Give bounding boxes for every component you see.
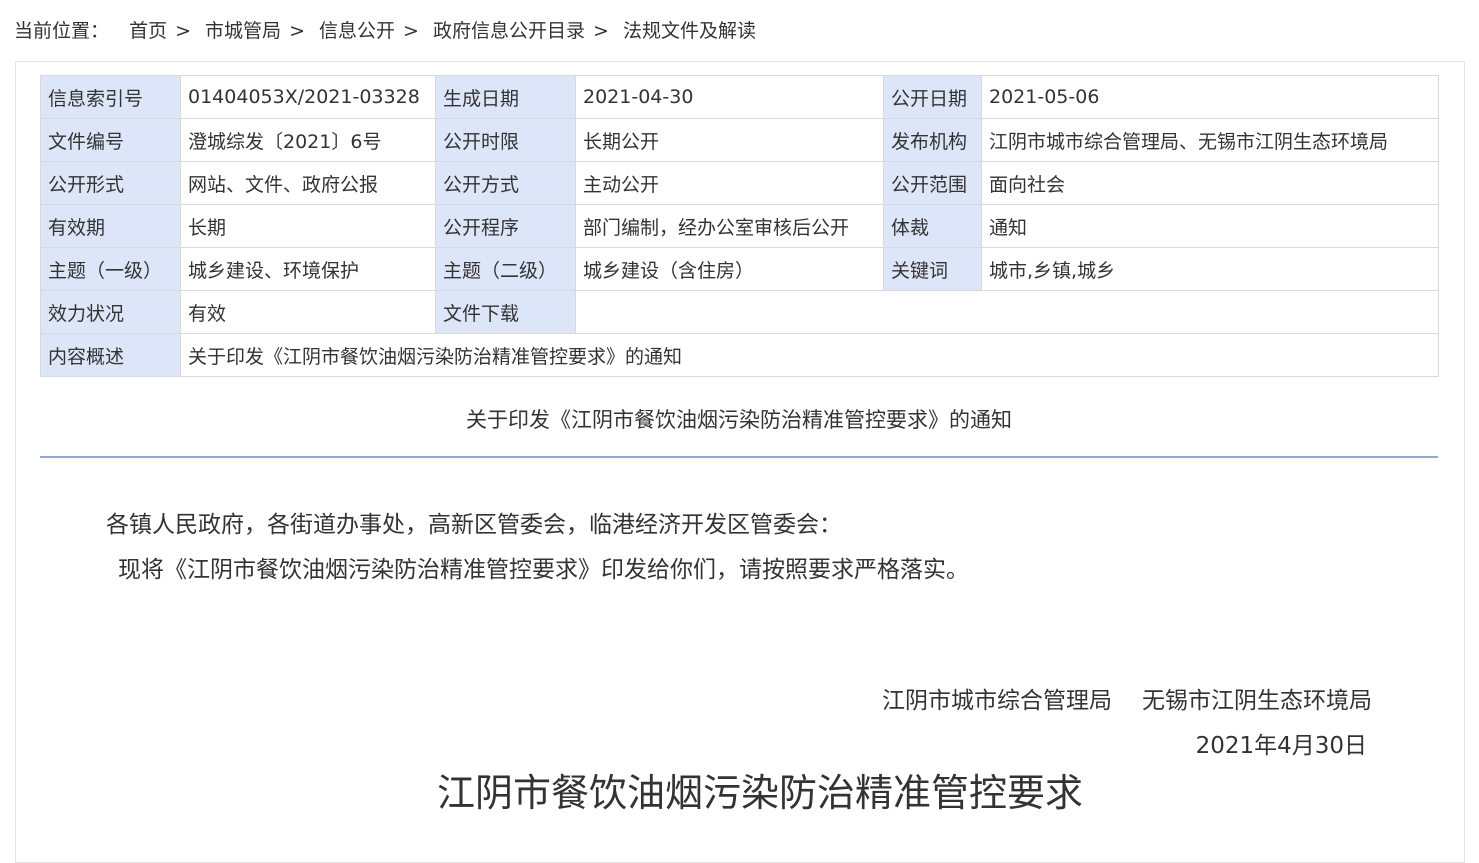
created-date-label: 生成日期 <box>435 75 576 119</box>
table-row: 文件编号 澄城综发〔2021〕6号 公开时限 长期公开 发布机构 江阴市城市综合… <box>40 118 1439 162</box>
attachment-title: 江阴市餐饮油烟污染防治精准管控要求 <box>436 771 1083 815</box>
method-label: 公开方式 <box>435 161 576 205</box>
index-no-label: 信息索引号 <box>40 75 181 119</box>
signer-city-management-bureau: 江阴市城市综合管理局 <box>882 688 1112 714</box>
title-divider <box>40 456 1438 458</box>
summary-value: 关于印发《江阴市餐饮油烟污染防治精准管控要求》的通知 <box>180 333 1439 377</box>
document-title: 关于印发《江阴市餐饮油烟污染防治精准管控要求》的通知 <box>466 408 1012 432</box>
breadcrumb-separator: > <box>175 20 191 42</box>
breadcrumb-home-link[interactable]: 首页 <box>129 20 167 42</box>
summary-label: 内容概述 <box>40 333 181 377</box>
metadata-table: 信息索引号 01404053X/2021-03328 生成日期 2021-04-… <box>40 75 1439 377</box>
table-row: 公开形式 网站、文件、政府公报 公开方式 主动公开 公开范围 面向社会 <box>40 161 1439 205</box>
breadcrumb-catalog-link[interactable]: 政府信息公开目录 <box>433 20 585 42</box>
scope-value: 面向社会 <box>981 161 1439 205</box>
download-value[interactable] <box>575 290 1439 334</box>
keywords-value: 城市,乡镇,城乡 <box>981 247 1439 291</box>
topic2-label: 主题（二级） <box>435 247 576 291</box>
topic2-value: 城乡建设（含住房） <box>575 247 884 291</box>
time-limit-value: 长期公开 <box>575 118 884 162</box>
table-row: 效力状况 有效 文件下载 <box>40 290 1439 334</box>
time-limit-label: 公开时限 <box>435 118 576 162</box>
breadcrumb-separator: > <box>403 20 419 42</box>
form-value: 网站、文件、政府公报 <box>180 161 436 205</box>
issuer-label: 发布机构 <box>883 118 982 162</box>
breadcrumb-label: 当前位置： <box>14 20 110 42</box>
table-row: 有效期 长期 公开程序 部门编制，经办公室审核后公开 体裁 通知 <box>40 204 1439 248</box>
genre-value: 通知 <box>981 204 1439 248</box>
scope-label: 公开范围 <box>883 161 982 205</box>
breadcrumb-regulations-link[interactable]: 法规文件及解读 <box>623 20 756 42</box>
published-date-label: 公开日期 <box>883 75 982 119</box>
form-label: 公开形式 <box>40 161 181 205</box>
published-date-value: 2021-05-06 <box>981 75 1439 119</box>
table-row: 信息索引号 01404053X/2021-03328 生成日期 2021-04-… <box>40 75 1439 119</box>
topic1-label: 主题（一级） <box>40 247 181 291</box>
breadcrumb-separator: > <box>289 20 305 42</box>
issuer-value: 江阴市城市综合管理局、无锡市江阴生态环境局 <box>981 118 1439 162</box>
breadcrumb-city-bureau-link[interactable]: 市城管局 <box>205 20 281 42</box>
validity-label: 有效期 <box>40 204 181 248</box>
breadcrumb: 当前位置： 首页 > 市城管局 > 信息公开 > 政府信息公开目录 > 法规文件及解读 <box>14 16 756 43</box>
doc-no-value: 澄城综发〔2021〕6号 <box>180 118 436 162</box>
breadcrumb-info-disclosure-link[interactable]: 信息公开 <box>319 20 395 42</box>
method-value: 主动公开 <box>575 161 884 205</box>
keywords-label: 关键词 <box>883 247 982 291</box>
validity-value: 长期 <box>180 204 436 248</box>
document-signers: 江阴市城市综合管理局 无锡市江阴生态环境局 <box>882 681 1372 715</box>
index-no-value: 01404053X/2021-03328 <box>180 75 436 119</box>
signer-environment-bureau: 无锡市江阴生态环境局 <box>1142 688 1372 714</box>
table-row: 内容概述 关于印发《江阴市餐饮油烟污染防治精准管控要求》的通知 <box>40 333 1439 377</box>
genre-label: 体裁 <box>883 204 982 248</box>
breadcrumb-separator: > <box>593 20 609 42</box>
status-value: 有效 <box>180 290 436 334</box>
doc-no-label: 文件编号 <box>40 118 181 162</box>
document-date: 2021年4月30日 <box>1195 733 1367 759</box>
procedure-label: 公开程序 <box>435 204 576 248</box>
table-row: 主题（一级） 城乡建设、环境保护 主题（二级） 城乡建设（含住房） 关键词 城市… <box>40 247 1439 291</box>
status-label: 效力状况 <box>40 290 181 334</box>
download-label: 文件下载 <box>435 290 576 334</box>
document-salutation: 各镇人民政府，各街道办事处，高新区管委会，临港经济开发区管委会： <box>106 512 842 538</box>
procedure-value: 部门编制，经办公室审核后公开 <box>575 204 884 248</box>
created-date-value: 2021-04-30 <box>575 75 884 119</box>
topic1-value: 城乡建设、环境保护 <box>180 247 436 291</box>
document-paragraph: 现将《江阴市餐饮油烟污染防治精准管控要求》印发给你们，请按照要求严格落实。 <box>118 557 969 583</box>
